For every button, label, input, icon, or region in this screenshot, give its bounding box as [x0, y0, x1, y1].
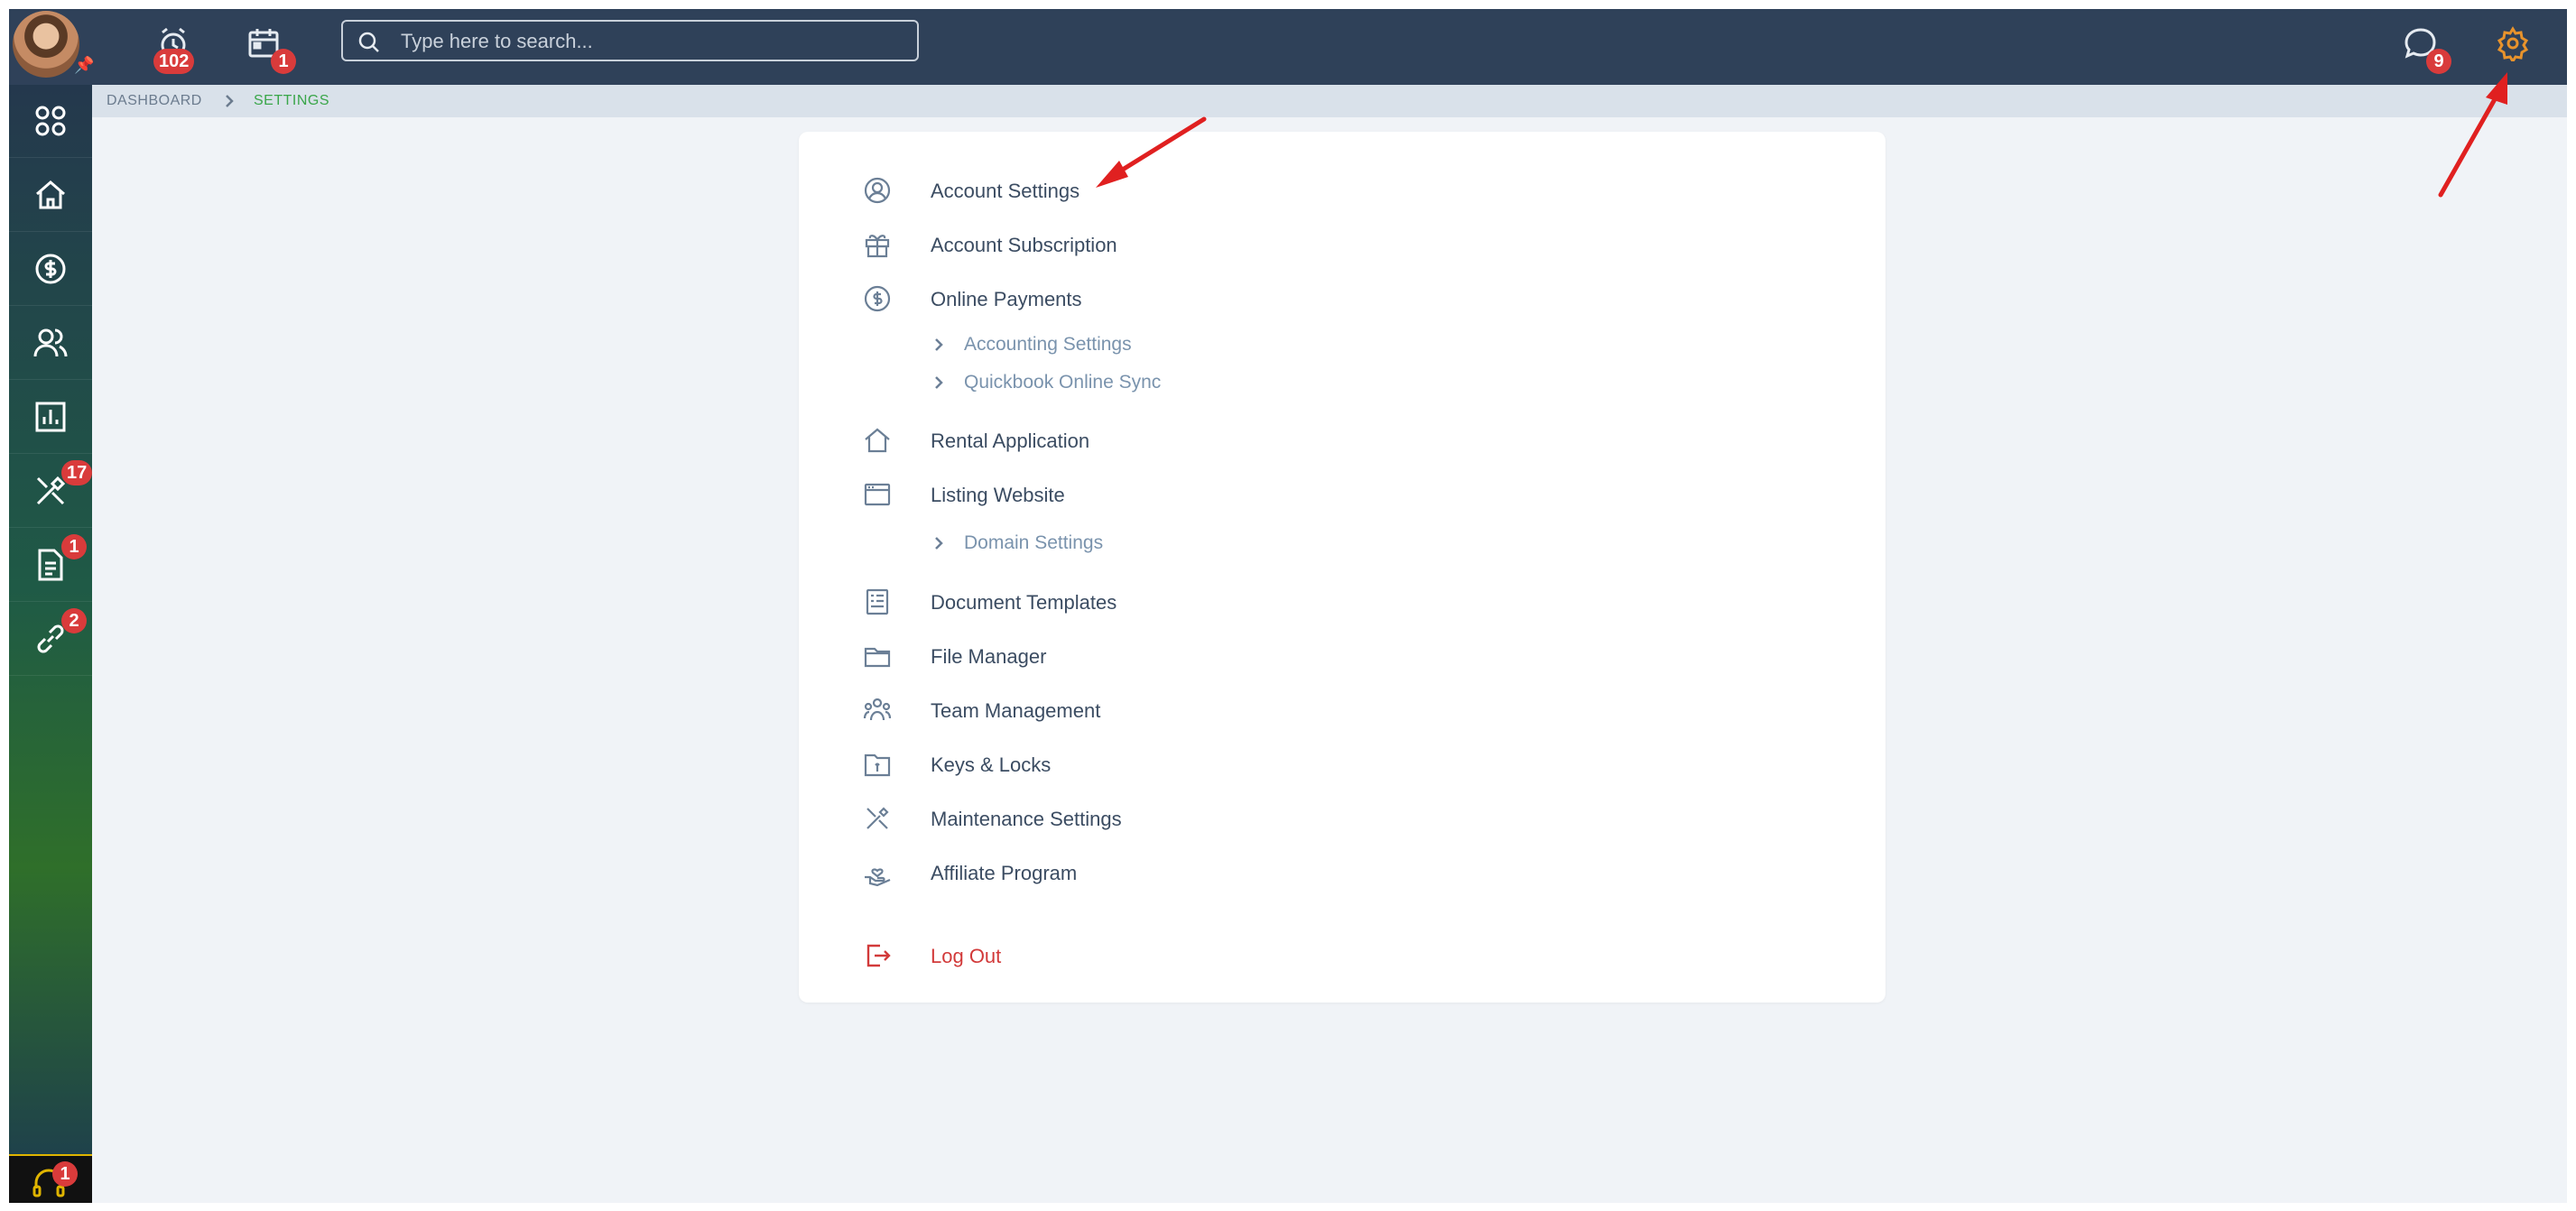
menu-label: Account Settings [931, 180, 1080, 202]
menu-label: Keys & Locks [931, 753, 1052, 776]
submenu-label: Accounting Settings [964, 334, 1132, 355]
menu-keys-locks[interactable]: Keys & Locks [799, 742, 1431, 787]
search-box[interactable] [341, 20, 919, 61]
chevron-right-icon [935, 537, 943, 550]
sidebar-item-apps[interactable] [9, 85, 92, 158]
links-badge: 2 [61, 608, 87, 633]
submenu-label: Quickbook Online Sync [964, 372, 1162, 393]
breadcrumb: DASHBOARD SETTINGS [92, 85, 2567, 117]
annotation-arrow-account-settings [1096, 116, 1207, 188]
home-icon [36, 180, 65, 209]
gear-icon [2497, 26, 2529, 64]
dollar-circle-icon [864, 285, 891, 312]
menu-account-subscription[interactable]: Account Subscription [799, 222, 1431, 267]
submenu-accounting-settings[interactable]: Accounting Settings [799, 328, 1431, 361]
settings-button[interactable] [2495, 25, 2536, 67]
dollar-icon [35, 254, 66, 284]
document-list-icon [866, 588, 889, 615]
bar-chart-icon [35, 402, 66, 432]
menu-label: Affiliate Program [931, 862, 1078, 884]
user-avatar[interactable] [13, 11, 79, 78]
sidebar: 17 1 2 1 [9, 85, 93, 1203]
submenu-domain-settings[interactable]: Domain Settings [799, 527, 1431, 559]
folder-icon [864, 647, 891, 668]
search-icon [358, 32, 379, 52]
support-badge: 1 [52, 1161, 78, 1187]
menu-affiliate-program[interactable]: Affiliate Program [799, 850, 1431, 895]
pin-icon[interactable]: 📌 [74, 56, 94, 75]
sidebar-item-links[interactable]: 2 [9, 603, 92, 676]
hand-heart-icon [865, 868, 891, 887]
submenu-quickbook-sync[interactable]: Quickbook Online Sync [799, 366, 1431, 399]
breadcrumb-dashboard[interactable]: DASHBOARD [107, 93, 202, 109]
chevron-right-icon [226, 95, 234, 107]
key-folder-icon [864, 753, 891, 777]
menu-maintenance-settings[interactable]: Maintenance Settings [799, 796, 1431, 841]
sidebar-item-reports[interactable] [9, 381, 92, 454]
browser-window-icon [864, 483, 891, 506]
logout-icon [866, 944, 891, 967]
menu-listing-website[interactable]: Listing Website [799, 472, 1431, 517]
reminders-badge: 102 [153, 49, 195, 74]
menu-label: Document Templates [931, 591, 1117, 614]
annotation-arrow-settings-gear [2438, 72, 2507, 198]
user-circle-icon [864, 177, 891, 204]
top-bar: 📌 102 1 9 [9, 9, 2567, 85]
chevron-right-icon [935, 338, 943, 351]
support-button[interactable]: 1 [9, 1154, 92, 1203]
sidebar-item-documents[interactable]: 1 [9, 529, 92, 602]
sidebar-item-payments[interactable] [9, 233, 92, 306]
calendar-badge: 1 [271, 49, 296, 74]
menu-label: Maintenance Settings [931, 808, 1122, 830]
house-icon [865, 428, 890, 453]
menu-label: Log Out [931, 945, 1002, 967]
settings-menu-card: Account Settings Account Subscription On… [799, 132, 1886, 1003]
apps-grid-icon [35, 106, 66, 136]
menu-file-manager[interactable]: File Manager [799, 633, 1431, 679]
sidebar-item-home[interactable] [9, 159, 92, 232]
calendar-button[interactable]: 1 [246, 25, 296, 74]
menu-label: Team Management [931, 699, 1101, 722]
menu-label: Account Subscription [931, 234, 1117, 256]
menu-online-payments[interactable]: Online Payments [799, 276, 1431, 321]
menu-label: Rental Application [931, 430, 1090, 452]
sidebar-item-contacts[interactable] [9, 307, 92, 380]
search-input[interactable] [399, 27, 908, 56]
menu-rental-application[interactable]: Rental Application [799, 418, 1431, 463]
team-icon [863, 698, 892, 721]
sidebar-item-maintenance[interactable]: 17 [9, 455, 93, 528]
messages-button[interactable]: 9 [2403, 25, 2451, 74]
reminders-button[interactable]: 102 [153, 25, 197, 74]
app-window: 📌 102 1 9 [9, 9, 2567, 1203]
documents-badge: 1 [61, 534, 87, 559]
tools-icon [866, 807, 889, 829]
chevron-right-icon [935, 376, 943, 389]
people-icon [33, 328, 68, 357]
breadcrumb-settings: SETTINGS [254, 93, 330, 108]
menu-team-management[interactable]: Team Management [799, 688, 1431, 733]
menu-log-out[interactable]: Log Out [799, 933, 1431, 978]
maintenance-badge: 17 [61, 460, 93, 485]
menu-label: File Manager [931, 645, 1047, 668]
menu-label: Listing Website [931, 484, 1065, 506]
gift-icon [865, 235, 890, 258]
submenu-label: Domain Settings [964, 532, 1104, 553]
menu-label: Online Payments [931, 288, 1082, 310]
menu-document-templates[interactable]: Document Templates [799, 579, 1431, 624]
